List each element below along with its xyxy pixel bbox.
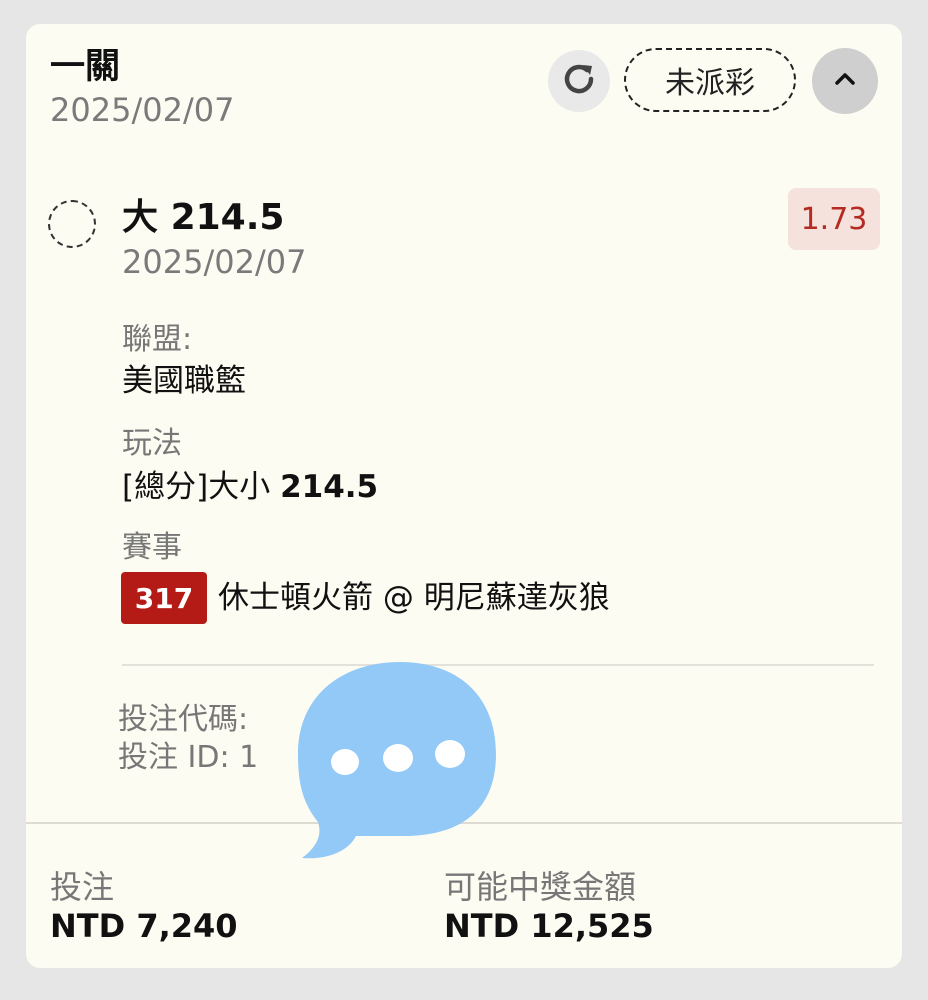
stake-value: NTD 7,240: [50, 907, 238, 945]
bet-id: 投注 ID: 1: [118, 740, 259, 775]
stake-label: 投注: [50, 868, 115, 906]
bet-slip-card: 一關 2025/02/07 未派彩 大 214.5 2025/02/07 1.7…: [26, 24, 902, 968]
event-number-badge: 317: [121, 572, 207, 624]
bet-date: 2025/02/07: [50, 91, 235, 129]
bet-type-title: 一關: [50, 47, 121, 87]
refresh-icon: [559, 59, 599, 103]
event-name: 休士頓火箭 @ 明尼蘇達灰狼: [218, 580, 610, 616]
league-label: 聯盟:: [122, 322, 193, 357]
refresh-button[interactable]: [548, 50, 610, 112]
bet-code: 投注代碼:: [118, 702, 249, 737]
selection-status-icon: [48, 200, 96, 248]
market-value-line: 214.5: [280, 469, 379, 505]
odds-badge: 1.73: [788, 188, 880, 250]
market-value: [總分]大小 214.5: [122, 468, 378, 506]
market-label: 玩法: [122, 426, 182, 461]
chat-bubble-icon: [298, 662, 496, 859]
collapse-button[interactable]: [812, 48, 878, 114]
selection-date: 2025/02/07: [122, 243, 307, 281]
selection-line: 214.5: [170, 197, 285, 238]
payout-label: 可能中獎金額: [444, 868, 637, 906]
chat-bubble-button[interactable]: [296, 658, 504, 864]
status-badge: 未派彩: [624, 48, 796, 112]
selection-name: 大 214.5: [122, 196, 284, 240]
chevron-up-icon: [832, 69, 858, 93]
market-value-prefix: [總分]大小: [122, 469, 271, 505]
payout-value: NTD 12,525: [444, 907, 654, 945]
selection-prefix: 大: [122, 197, 159, 238]
league-value: 美國職籃: [122, 363, 246, 399]
event-label: 賽事: [122, 530, 182, 565]
